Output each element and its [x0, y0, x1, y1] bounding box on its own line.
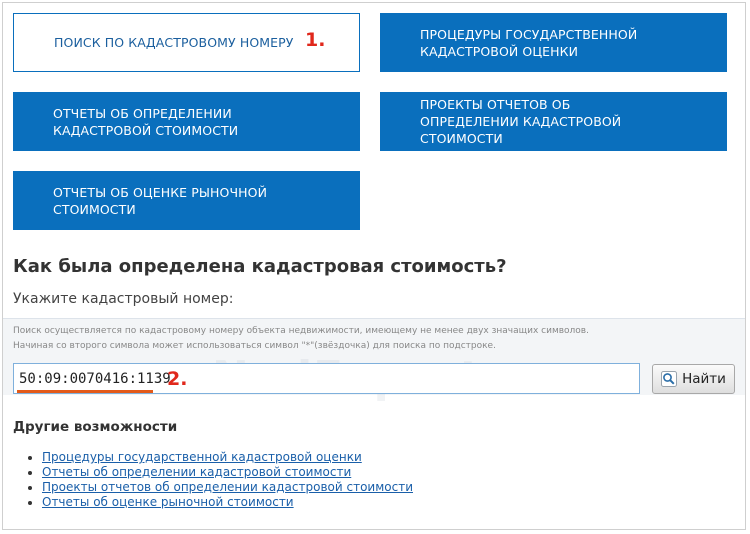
link-draft-reports[interactable]: Проекты отчетов об определении кадастров…	[42, 480, 413, 494]
tile-draft-reports-label: ПРОЕКТЫ ОТЧЕТОВ ОБ ОПРЕДЕЛЕНИИ КАДАСТРОВ…	[420, 97, 622, 146]
link-market-reports[interactable]: Отчеты об оценке рыночной стоимости	[42, 495, 294, 509]
step-marker-1: 1.	[305, 29, 326, 51]
search-hint-line2: Начиная со второго символа может использ…	[13, 341, 496, 351]
tile-market-reports-label: ОТЧЕТЫ ОБ ОЦЕНКЕ РЫНОЧНОЙ СТОИМОСТИ	[53, 184, 268, 217]
search-prompt: Укажите кадастровый номер:	[13, 291, 234, 307]
find-button-label: Найти	[682, 371, 726, 387]
step-marker-2: 2.	[167, 368, 188, 390]
find-button[interactable]: Найти	[652, 364, 735, 394]
magnifier-icon	[661, 371, 678, 387]
tile-value-reports-label: ОТЧЕТЫ ОБ ОПРЕДЕЛЕНИИ КАДАСТРОВОЙ СТОИМО…	[53, 105, 239, 138]
tile-state-valuation-label: ПРОЦЕДУРЫ ГОСУДАРСТВЕННОЙ КАДАСТРОВОЙ ОЦ…	[420, 26, 638, 59]
list-item: Процедуры государственной кадастровой оц…	[42, 450, 413, 465]
search-title: Как была определена кадастровая стоимост…	[13, 256, 507, 277]
tile-value-reports[interactable]: ОТЧЕТЫ ОБ ОПРЕДЕЛЕНИИ КАДАСТРОВОЙ СТОИМО…	[13, 92, 360, 151]
tile-draft-reports[interactable]: ПРОЕКТЫ ОТЧЕТОВ ОБ ОПРЕДЕЛЕНИИ КАДАСТРОВ…	[380, 92, 727, 151]
list-item: Проекты отчетов об определении кадастров…	[42, 480, 413, 495]
tile-market-reports[interactable]: ОТЧЕТЫ ОБ ОЦЕНКЕ РЫНОЧНОЙ СТОИМОСТИ	[13, 171, 360, 230]
other-options-list: Процедуры государственной кадастровой оц…	[24, 450, 413, 510]
link-state-valuation[interactable]: Процедуры государственной кадастровой оц…	[42, 450, 362, 464]
list-item: Отчеты об оценке рыночной стоимости	[42, 495, 413, 510]
tile-cadastral-search-label: ПОИСК ПО КАДАСТРОВОМУ НОМЕРУ	[54, 35, 294, 50]
search-hint-line1: Поиск осуществляется по кадастровому ном…	[13, 326, 589, 336]
link-value-reports[interactable]: Отчеты об определении кадастровой стоимо…	[42, 465, 351, 479]
tile-state-valuation[interactable]: ПРОЦЕДУРЫ ГОСУДАРСТВЕННОЙ КАДАСТРОВОЙ ОЦ…	[380, 13, 727, 72]
input-value-underline	[17, 390, 153, 393]
list-item: Отчеты об определении кадастровой стоимо…	[42, 465, 413, 480]
other-options-title: Другие возможности	[13, 419, 178, 435]
